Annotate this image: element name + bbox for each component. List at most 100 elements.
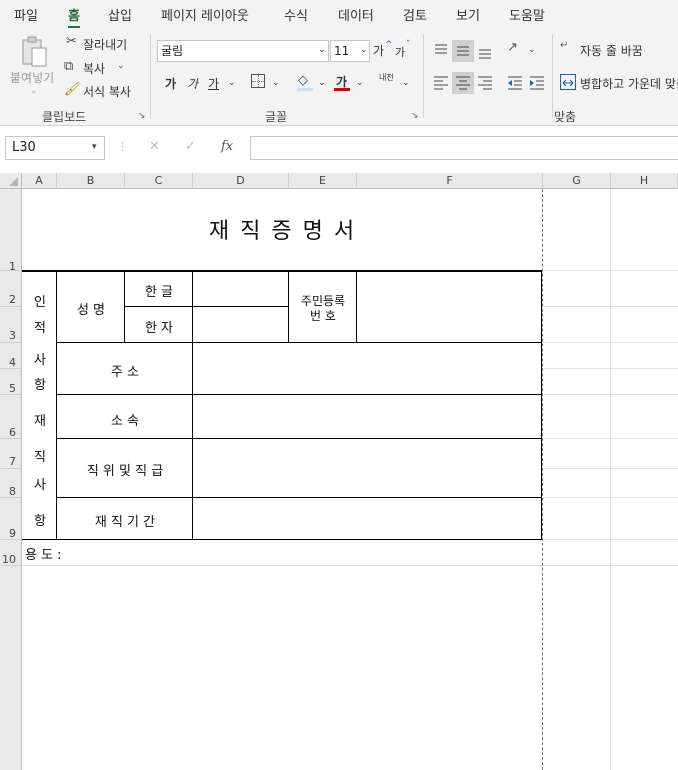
row-header-8[interactable]: 8 (0, 469, 22, 498)
label-jae: 재 (34, 414, 46, 429)
row-header-7[interactable]: 7 (0, 439, 22, 469)
insert-function-icon[interactable]: fx (221, 139, 233, 154)
label-hang: 항 (34, 378, 46, 393)
merge-center-button[interactable]: 병합하고 가운데 맞춤 (580, 75, 678, 92)
row-header-4[interactable]: 4 (0, 343, 22, 369)
align-middle-icon[interactable] (452, 40, 474, 62)
row-header-2[interactable]: 2 (0, 271, 22, 307)
font-size-chevron-icon[interactable]: ⌄ (360, 45, 368, 55)
label-jik: 직 (34, 450, 46, 465)
font-grow-icon: ^ (385, 40, 393, 50)
font-launcher-icon[interactable]: ↘ (411, 111, 419, 121)
more-icon: ⋮ (117, 140, 128, 153)
font-name-chevron-icon[interactable]: ⌄ (318, 45, 326, 55)
copy-icon: ⧉ (64, 59, 74, 74)
formula-input[interactable] (250, 136, 678, 160)
cut-button[interactable]: 잘라내기 (83, 36, 127, 53)
row-header-5[interactable]: 5 (0, 369, 22, 395)
column-header-g[interactable]: G (543, 173, 611, 189)
align-center-icon[interactable] (452, 72, 474, 94)
scissors-icon: ✂ (66, 34, 77, 49)
column-header-h[interactable]: H (611, 173, 678, 189)
border-line (193, 306, 289, 307)
font-size-value: 11 (334, 44, 350, 58)
alignment-group-label: 맞춤 (554, 110, 577, 124)
phonetic-chevron-icon[interactable]: ⌄ (402, 78, 410, 88)
column-header-c[interactable]: C (125, 173, 193, 189)
select-all-corner[interactable] (0, 173, 22, 189)
period-label: 재 직 기 간 (94, 515, 156, 530)
column-header-d[interactable]: D (193, 173, 289, 189)
format-painter-button[interactable]: 서식 복사 (83, 83, 131, 100)
paste-button[interactable]: 붙여넣기 (10, 69, 54, 86)
font-color-chevron-icon[interactable]: ⌄ (356, 78, 364, 88)
menu-page-layout[interactable]: 페이지 레이아웃 (161, 5, 249, 24)
row-header-empty (0, 566, 22, 770)
decrease-indent-icon[interactable] (506, 74, 524, 92)
font-name-select[interactable]: 굴림 (157, 40, 329, 62)
cancel-icon[interactable]: ✕ (149, 139, 160, 154)
menu-formulas[interactable]: 수식 (284, 5, 308, 24)
menu-view[interactable]: 보기 (456, 5, 480, 24)
border-icon[interactable] (251, 74, 265, 88)
font-shrink-icon: ˇ (406, 40, 411, 50)
name-label: 성 명 (76, 303, 106, 318)
border-line (125, 306, 193, 307)
menu-help[interactable]: 도움말 (509, 5, 545, 24)
name-box[interactable]: L30 (5, 136, 105, 160)
copy-chevron-icon[interactable]: ⌄ (117, 61, 125, 71)
row-header-10[interactable]: 10 (0, 540, 22, 566)
column-header-f[interactable]: F (357, 173, 543, 189)
border-line (57, 438, 542, 439)
border-chevron-icon[interactable]: ⌄ (272, 78, 280, 88)
worksheet-grid[interactable]: A B C D E F G H 1 2 3 4 5 6 7 8 9 10 재 직… (0, 173, 678, 770)
underline-chevron-icon[interactable]: ⌄ (228, 78, 236, 88)
align-top-icon[interactable] (432, 40, 450, 60)
format-painter-icon: 🖌 (64, 82, 81, 97)
row-header-1[interactable]: 1 (0, 189, 22, 273)
paste-chevron-icon[interactable]: ⌄ (30, 86, 38, 96)
align-bottom-icon[interactable] (476, 40, 494, 62)
underline-button[interactable]: 가 (208, 75, 219, 92)
increase-indent-icon[interactable] (528, 74, 546, 92)
font-grow-button[interactable]: 가 (373, 42, 384, 59)
clipboard-launcher-icon[interactable]: ↘ (138, 111, 146, 121)
position-label: 직 위 및 직 급 (86, 464, 164, 479)
paste-icon[interactable] (18, 36, 50, 70)
font-shrink-button[interactable]: 가 (395, 44, 405, 60)
row-header-6[interactable]: 6 (0, 395, 22, 439)
bold-button[interactable]: 가 (165, 75, 176, 92)
label-hang2: 항 (34, 514, 46, 529)
border-line (57, 497, 542, 498)
label-sa: 사 (34, 353, 46, 368)
row-header-9[interactable]: 9 (0, 498, 22, 540)
border-line (57, 394, 542, 395)
enter-icon[interactable]: ✓ (185, 139, 196, 154)
label-in: 인 (34, 295, 46, 310)
orientation-icon[interactable]: ↗ (507, 40, 518, 55)
affiliation-label: 소 속 (110, 414, 140, 429)
name-box-chevron-icon[interactable]: ▾ (92, 142, 97, 152)
address-label: 주 소 (110, 365, 140, 380)
column-header-b[interactable]: B (57, 173, 125, 189)
orientation-chevron-icon[interactable]: ⌄ (528, 45, 536, 55)
menu-data[interactable]: 데이터 (338, 5, 374, 24)
fill-color-icon[interactable]: ◇ (298, 73, 308, 88)
menu-file[interactable]: 파일 (14, 5, 38, 24)
align-right-icon[interactable] (476, 72, 494, 94)
wrap-text-button[interactable]: 자동 줄 바꿈 (580, 42, 643, 59)
phonetic-button[interactable]: 내천 (379, 72, 394, 83)
menu-review[interactable]: 검토 (403, 5, 427, 24)
excel-window: 파일 홈 삽입 페이지 레이아웃 수식 데이터 검토 보기 도움말 붙여넣기 ⌄… (0, 0, 678, 770)
row-header-3[interactable]: 3 (0, 307, 22, 343)
column-header-a[interactable]: A (22, 173, 57, 189)
separator (552, 34, 553, 118)
fill-color-chevron-icon[interactable]: ⌄ (318, 78, 326, 88)
formula-bar: L30 ▾ ⋮ ✕ ✓ fx (0, 127, 678, 173)
copy-button[interactable]: 복사 (83, 60, 105, 77)
italic-button[interactable]: 가 (187, 75, 198, 92)
menu-home[interactable]: 홈 (68, 5, 80, 29)
menu-insert[interactable]: 삽입 (108, 5, 132, 24)
column-header-e[interactable]: E (289, 173, 357, 189)
align-left-icon[interactable] (432, 72, 450, 94)
